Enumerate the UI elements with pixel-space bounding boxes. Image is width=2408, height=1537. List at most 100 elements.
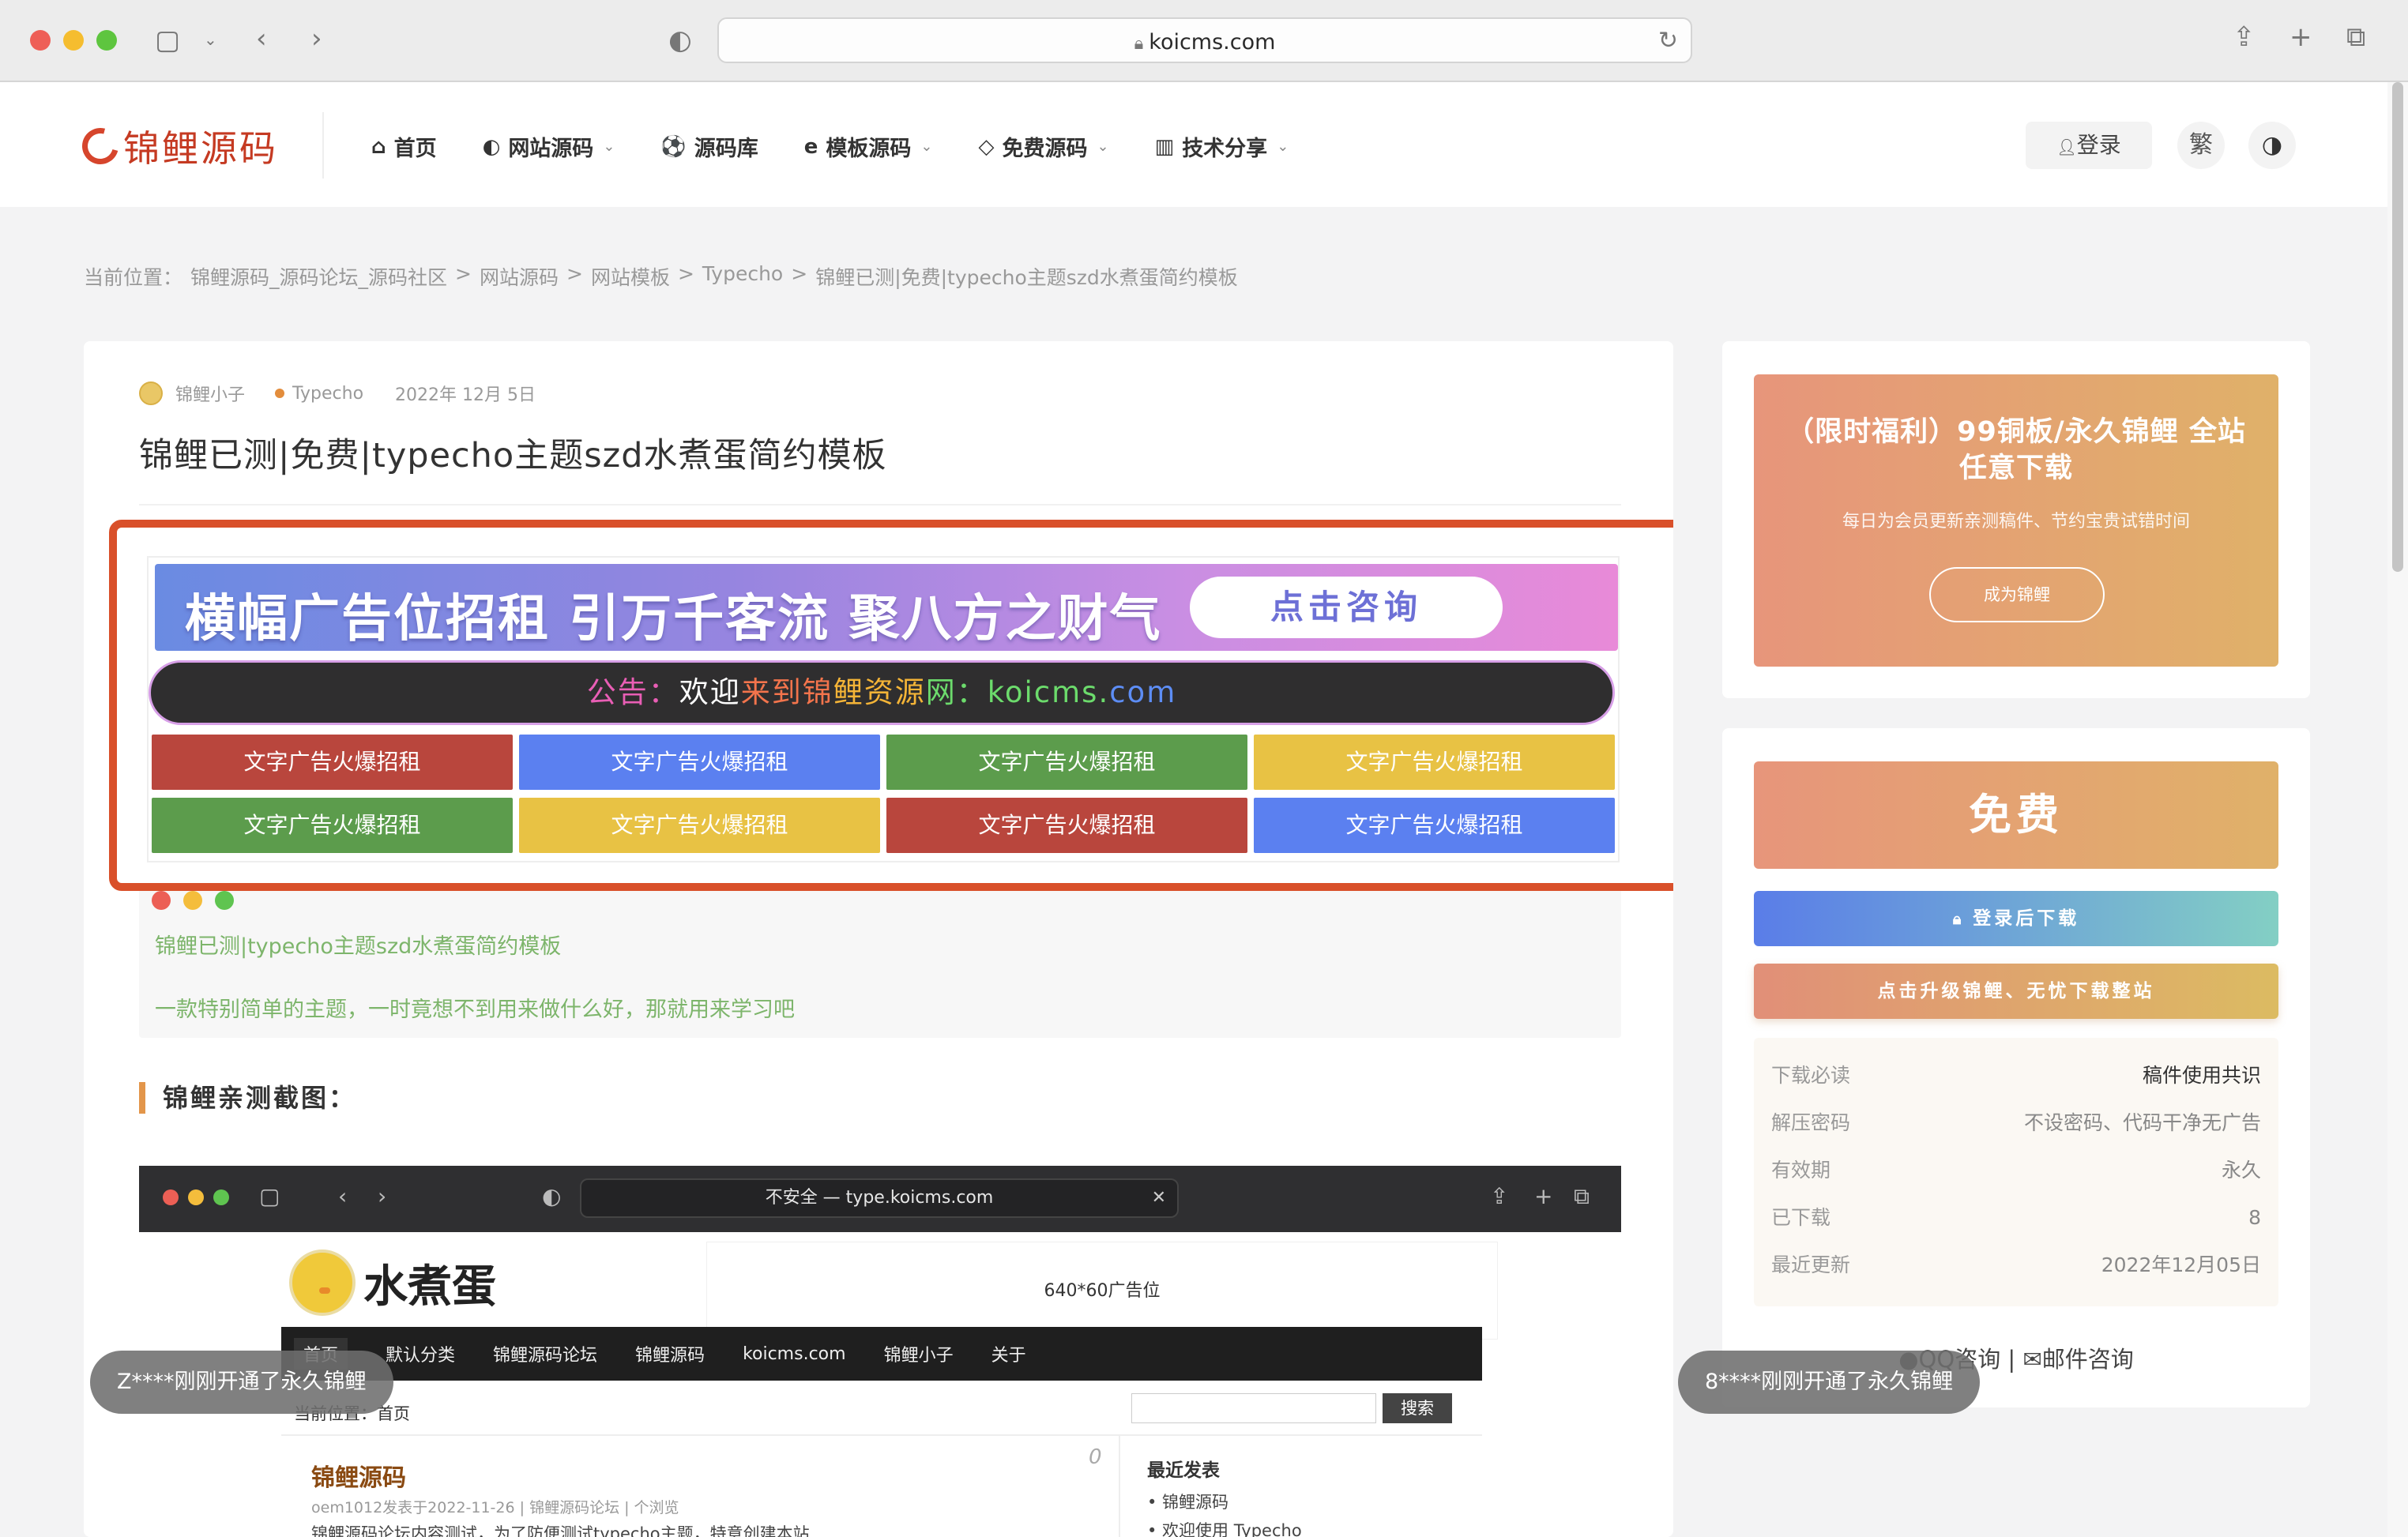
minimize-window-button[interactable] <box>63 30 84 51</box>
chevron-down-icon: ⌄ <box>1277 138 1289 155</box>
screenshot-logo-text: 水煮蛋 <box>363 1260 496 1313</box>
header-divider <box>322 112 324 179</box>
breadcrumb-item[interactable]: 网站模板 <box>591 262 670 291</box>
announcement-segment: 鲤资源 <box>833 675 926 709</box>
nav-item-templates[interactable]: e 模板源码 ⌄ <box>804 131 933 162</box>
announcement-segment: koi <box>987 675 1034 709</box>
info-label: 已下载 <box>1771 1206 1831 1229</box>
back-icon[interactable]: ‹ <box>256 25 267 52</box>
window-dots <box>152 891 246 910</box>
text-ad-link[interactable]: 文字广告火爆招租 <box>1254 798 1615 853</box>
new-tab-icon[interactable]: + <box>2289 24 2312 51</box>
download-card: 免费 🔒︎ 登录后下载 点击升级锦鲤、无忧下载整站 下载必读 稿件使用共识 解压密… <box>1722 728 2310 1407</box>
info-row: 最近更新 2022年12月05日 <box>1771 1242 2261 1289</box>
text-ad-link[interactable]: 文字广告火爆招租 <box>152 798 513 853</box>
announcement-segment: 欢迎 <box>679 675 741 709</box>
traditional-chinese-button[interactable]: 繁 <box>2177 122 2225 169</box>
yellow-dot-icon <box>183 891 202 910</box>
banner-consult-button[interactable]: 点击咨询 <box>1190 577 1503 638</box>
diamond-icon: ◇ <box>978 134 995 159</box>
nav-label: 首页 <box>393 137 437 161</box>
reload-icon[interactable]: ↻ <box>1658 27 1678 54</box>
info-value: 8 <box>2248 1206 2261 1229</box>
screenshot-post-meta: oem1012发表于2022-11-26 | 锦鲤源码论坛 | 个浏览 <box>311 1499 679 1516</box>
address-bar[interactable]: 🔒︎ koicms.com ↻ <box>717 17 1692 63</box>
site-logo[interactable]: 锦鲤源码 <box>75 120 278 172</box>
info-label: 下载必读 <box>1771 1064 1851 1087</box>
nav-item-source-library[interactable]: ⚽ 源码库 <box>660 131 758 162</box>
nav-item-home[interactable]: ⌂ 首页 <box>371 131 437 162</box>
banner-ad[interactable]: 横幅广告位招租 引万千客流 聚八方之财气 点击咨询 <box>155 564 1618 651</box>
scrollbar-thumb[interactable] <box>2392 82 2403 572</box>
text-ad-link[interactable]: 文字广告火爆招租 <box>152 735 513 790</box>
login-to-download-button[interactable]: 🔒︎ 登录后下载 <box>1754 891 2278 946</box>
announcement-segment: cms. <box>1033 675 1110 709</box>
screenshot-logo: 水煮蛋 <box>289 1250 496 1316</box>
screenshot-nav: 首页 默认分类 锦鲤源码论坛 锦鲤源码 koicms.com 锦鲤小子 关于 <box>281 1327 1482 1381</box>
sidebar-toggle-icon[interactable]: ▢ <box>155 27 180 54</box>
screenshot-nav-item: 默认分类 <box>386 1346 456 1366</box>
download-label: 登录后下载 <box>1973 908 2080 929</box>
breadcrumb-item[interactable]: 锦鲤已测|免费|typecho主题szd水煮蛋简约模板 <box>815 262 1238 291</box>
nav-item-tech-share[interactable]: ▥ 技术分享 ⌄ <box>1155 131 1289 162</box>
close-window-button[interactable] <box>30 30 51 51</box>
breadcrumb-item[interactable]: 网站源码 <box>480 262 559 291</box>
lock-icon: 🔒︎ <box>1134 34 1149 54</box>
post-author[interactable]: 锦鲤小子 <box>175 381 245 406</box>
nav-label: 网站源码 <box>508 137 594 161</box>
text-ad-link[interactable]: 文字广告火爆招租 <box>519 798 880 853</box>
upgrade-vip-button[interactable]: 点击升级锦鲤、无忧下载整站 <box>1754 964 2278 1019</box>
mail-contact-link[interactable]: 邮件咨询 <box>2042 1346 2134 1373</box>
screenshot-nav-item: koicms.com <box>743 1343 846 1364</box>
edge-icon: e <box>803 134 818 159</box>
screenshot-url: 不安全 — type.koicms.com ✕ <box>580 1178 1179 1218</box>
breadcrumb-item[interactable]: Typecho <box>702 262 783 291</box>
info-row: 解压密码 不设密码、代码干净无广告 <box>1771 1099 2261 1147</box>
vip-promo: （限时福利）99铜板/永久锦鲤 全站任意下载 每日为会员更新亲测稿件、节约宝贵试… <box>1754 374 2278 667</box>
login-button[interactable]: 👤︎登录 <box>2026 122 2152 169</box>
breadcrumb-prefix: 当前位置： <box>84 266 183 289</box>
purchase-toast: 8****刚刚开通了永久锦鲤 <box>1678 1351 1981 1414</box>
screenshot-url-text: 不安全 — type.koicms.com <box>765 1188 994 1208</box>
screenshot-ad-slot: 640*60广告位 <box>706 1242 1498 1340</box>
nav-label: 源码库 <box>694 137 758 161</box>
green-dot-icon <box>215 891 234 910</box>
screenshot-post-body: 锦鲤源码论坛内容测试，为了防便测试typecho主题，特意创建本站 <box>311 1524 810 1537</box>
tab-overview-icon[interactable]: ⧉ <box>2346 24 2365 51</box>
text-ad-link[interactable]: 文字广告火爆招租 <box>886 735 1247 790</box>
breadcrumb-sep: > <box>791 262 808 285</box>
zoom-window-button[interactable] <box>96 30 117 51</box>
become-vip-button[interactable]: 成为锦鲤 <box>1929 567 2105 622</box>
chevron-down-icon: ⌄ <box>603 138 615 155</box>
intro-line-2: 一款特别简单的主题，一时竟想不到用来做什么好，那就用来学习吧 <box>155 998 795 1022</box>
banner-text: 横幅广告位招租 引万千客流 聚八方之财气 <box>185 590 1162 648</box>
info-row: 下载必读 稿件使用共识 <box>1771 1052 2261 1099</box>
nav-label: 模板源码 <box>826 137 912 161</box>
page-scrollbar[interactable] <box>2387 82 2408 1537</box>
intro-line-1: 锦鲤已测|typecho主题szd水煮蛋简约模板 <box>155 934 562 959</box>
text-ad-link[interactable]: 文字广告火爆招租 <box>886 798 1247 853</box>
breadcrumb-item[interactable]: 锦鲤源码_源码论坛_源码社区 <box>190 262 447 291</box>
chrome-icon: ◐ <box>482 134 501 159</box>
dark-mode-icon[interactable]: ◑ <box>2248 122 2296 169</box>
text-ad-link[interactable]: 文字广告火爆招租 <box>519 735 880 790</box>
nav-item-free-source[interactable]: ◇ 免费源码 ⌄ <box>979 131 1109 162</box>
nav-item-site-source[interactable]: ◐ 网站源码 ⌄ <box>483 131 615 162</box>
title-divider <box>139 504 1621 505</box>
shield-icon[interactable]: ◐ <box>668 27 692 54</box>
forward-icon[interactable]: › <box>311 25 322 52</box>
share-icon: ⇪ <box>1490 1183 1509 1209</box>
vip-title: （限时福利）99铜板/永久锦鲤 全站任意下载 <box>1786 416 2246 484</box>
vip-subtitle: 每日为会员更新亲测稿件、节约宝贵试错时间 <box>1842 512 2190 532</box>
url-value: koicms.com <box>1149 30 1276 54</box>
author-avatar[interactable] <box>139 381 163 405</box>
share-icon[interactable]: ⇪ <box>2233 24 2256 51</box>
post-category[interactable]: Typecho <box>292 384 363 404</box>
breadcrumb-sep: > <box>566 262 583 285</box>
info-value[interactable]: 稿件使用共识 <box>2143 1052 2261 1099</box>
chevron-down-icon: ⌄ <box>1097 138 1109 155</box>
post-title: 锦鲤已测|免费|typecho主题szd水煮蛋简约模板 <box>139 436 887 475</box>
new-tab-icon: + <box>1534 1183 1553 1209</box>
text-ad-link[interactable]: 文字广告火爆招租 <box>1254 735 1615 790</box>
chevron-down-icon[interactable]: ⌄ <box>204 32 217 47</box>
